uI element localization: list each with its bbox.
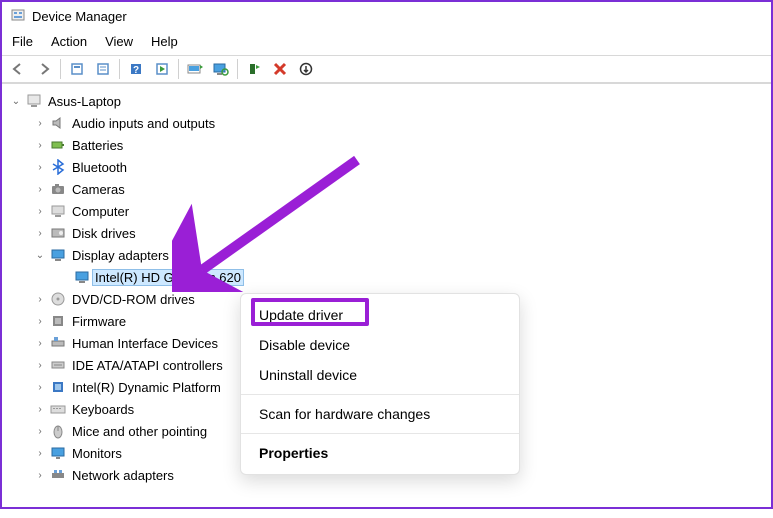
window-title: Device Manager — [32, 9, 127, 24]
tree-label: DVD/CD-ROM drives — [68, 292, 195, 307]
forward-icon[interactable] — [32, 58, 56, 80]
context-menu-disable-device[interactable]: Disable device — [241, 330, 519, 360]
spacer — [56, 269, 72, 285]
computer-icon — [26, 93, 42, 109]
tree-category[interactable]: › Batteries — [8, 134, 771, 156]
menu-action[interactable]: Action — [51, 34, 87, 49]
speaker-icon — [50, 115, 66, 131]
update-driver-icon[interactable] — [183, 58, 207, 80]
chevron-right-icon[interactable]: › — [32, 225, 48, 241]
display-icon — [74, 269, 90, 285]
tree-category-display-adapters[interactable]: ⌄ Display adapters — [8, 244, 771, 266]
bluetooth-icon — [50, 159, 66, 175]
cdrom-icon — [50, 291, 66, 307]
tree-label: Mice and other pointing — [68, 424, 207, 439]
tree-label: Batteries — [68, 138, 123, 153]
tree-root[interactable]: ⌄ Asus-Laptop — [8, 90, 771, 112]
titlebar: Device Manager — [2, 2, 771, 30]
properties-icon[interactable] — [91, 58, 115, 80]
camera-icon — [50, 181, 66, 197]
tree-label: Bluetooth — [68, 160, 127, 175]
back-icon[interactable] — [6, 58, 30, 80]
tree-label: IDE ATA/ATAPI controllers — [68, 358, 223, 373]
chevron-right-icon[interactable]: › — [32, 291, 48, 307]
show-hidden-icon[interactable] — [65, 58, 89, 80]
help-icon[interactable]: ? — [124, 58, 148, 80]
context-menu-separator — [241, 433, 519, 434]
display-icon — [50, 247, 66, 263]
menu-file[interactable]: File — [12, 34, 33, 49]
chevron-right-icon[interactable]: › — [32, 445, 48, 461]
chevron-down-icon[interactable]: ⌄ — [32, 247, 48, 263]
chip-icon — [50, 379, 66, 395]
chevron-right-icon[interactable]: › — [32, 335, 48, 351]
context-menu-properties[interactable]: Properties — [241, 438, 519, 468]
tree-label: Computer — [68, 204, 129, 219]
toolbar-separator — [178, 59, 179, 79]
chevron-right-icon[interactable]: › — [32, 401, 48, 417]
firmware-icon — [50, 313, 66, 329]
chevron-down-icon[interactable]: ⌄ — [8, 93, 24, 109]
chevron-right-icon[interactable]: › — [32, 181, 48, 197]
tree-category[interactable]: › Bluetooth — [8, 156, 771, 178]
tree-label: Keyboards — [68, 402, 134, 417]
toolbar-separator — [237, 59, 238, 79]
toolbar-separator — [60, 59, 61, 79]
network-icon — [50, 467, 66, 483]
tree-category[interactable]: › Cameras — [8, 178, 771, 200]
monitor-icon — [50, 445, 66, 461]
context-menu: Update driver Disable device Uninstall d… — [240, 293, 520, 475]
ide-icon — [50, 357, 66, 373]
menu-help[interactable]: Help — [151, 34, 178, 49]
tree-category[interactable]: › Disk drives — [8, 222, 771, 244]
tree-device-label: Intel(R) HD Graphics 620 — [92, 269, 244, 286]
computer-icon — [50, 203, 66, 219]
svg-text:?: ? — [133, 65, 139, 76]
menubar: File Action View Help — [2, 30, 771, 55]
uninstall-icon[interactable] — [242, 58, 266, 80]
enable-icon[interactable] — [294, 58, 318, 80]
chevron-right-icon[interactable]: › — [32, 159, 48, 175]
chevron-right-icon[interactable]: › — [32, 203, 48, 219]
tree-label: Human Interface Devices — [68, 336, 218, 351]
context-menu-separator — [241, 394, 519, 395]
toolbar-separator — [119, 59, 120, 79]
chevron-right-icon[interactable]: › — [32, 467, 48, 483]
chevron-right-icon[interactable]: › — [32, 423, 48, 439]
chevron-right-icon[interactable]: › — [32, 379, 48, 395]
menu-view[interactable]: View — [105, 34, 133, 49]
tree-label: Monitors — [68, 446, 122, 461]
device-manager-icon — [10, 8, 26, 24]
tree-label: Intel(R) Dynamic Platform — [68, 380, 221, 395]
chevron-right-icon[interactable]: › — [32, 357, 48, 373]
chevron-right-icon[interactable]: › — [32, 137, 48, 153]
context-menu-scan-hardware[interactable]: Scan for hardware changes — [241, 399, 519, 429]
chevron-right-icon[interactable]: › — [32, 115, 48, 131]
tree-label: Firmware — [68, 314, 126, 329]
scan-hardware-icon[interactable] — [209, 58, 233, 80]
context-menu-update-driver[interactable]: Update driver — [241, 300, 519, 330]
chevron-right-icon[interactable]: › — [32, 313, 48, 329]
tree-label: Audio inputs and outputs — [68, 116, 215, 131]
tree-root-label: Asus-Laptop — [44, 94, 121, 109]
tree-label: Display adapters — [68, 248, 169, 263]
tree-category[interactable]: › Audio inputs and outputs — [8, 112, 771, 134]
disable-icon[interactable] — [268, 58, 292, 80]
tree-label: Cameras — [68, 182, 125, 197]
disk-icon — [50, 225, 66, 241]
tree-category[interactable]: › Computer — [8, 200, 771, 222]
tree-device-intel-hd-graphics[interactable]: Intel(R) HD Graphics 620 — [8, 266, 771, 288]
battery-icon — [50, 137, 66, 153]
tree-label: Disk drives — [68, 226, 136, 241]
hid-icon — [50, 335, 66, 351]
tree-label: Network adapters — [68, 468, 174, 483]
keyboard-icon — [50, 401, 66, 417]
mouse-icon — [50, 423, 66, 439]
toolbar: ? — [2, 55, 771, 83]
action-icon[interactable] — [150, 58, 174, 80]
context-menu-uninstall-device[interactable]: Uninstall device — [241, 360, 519, 390]
